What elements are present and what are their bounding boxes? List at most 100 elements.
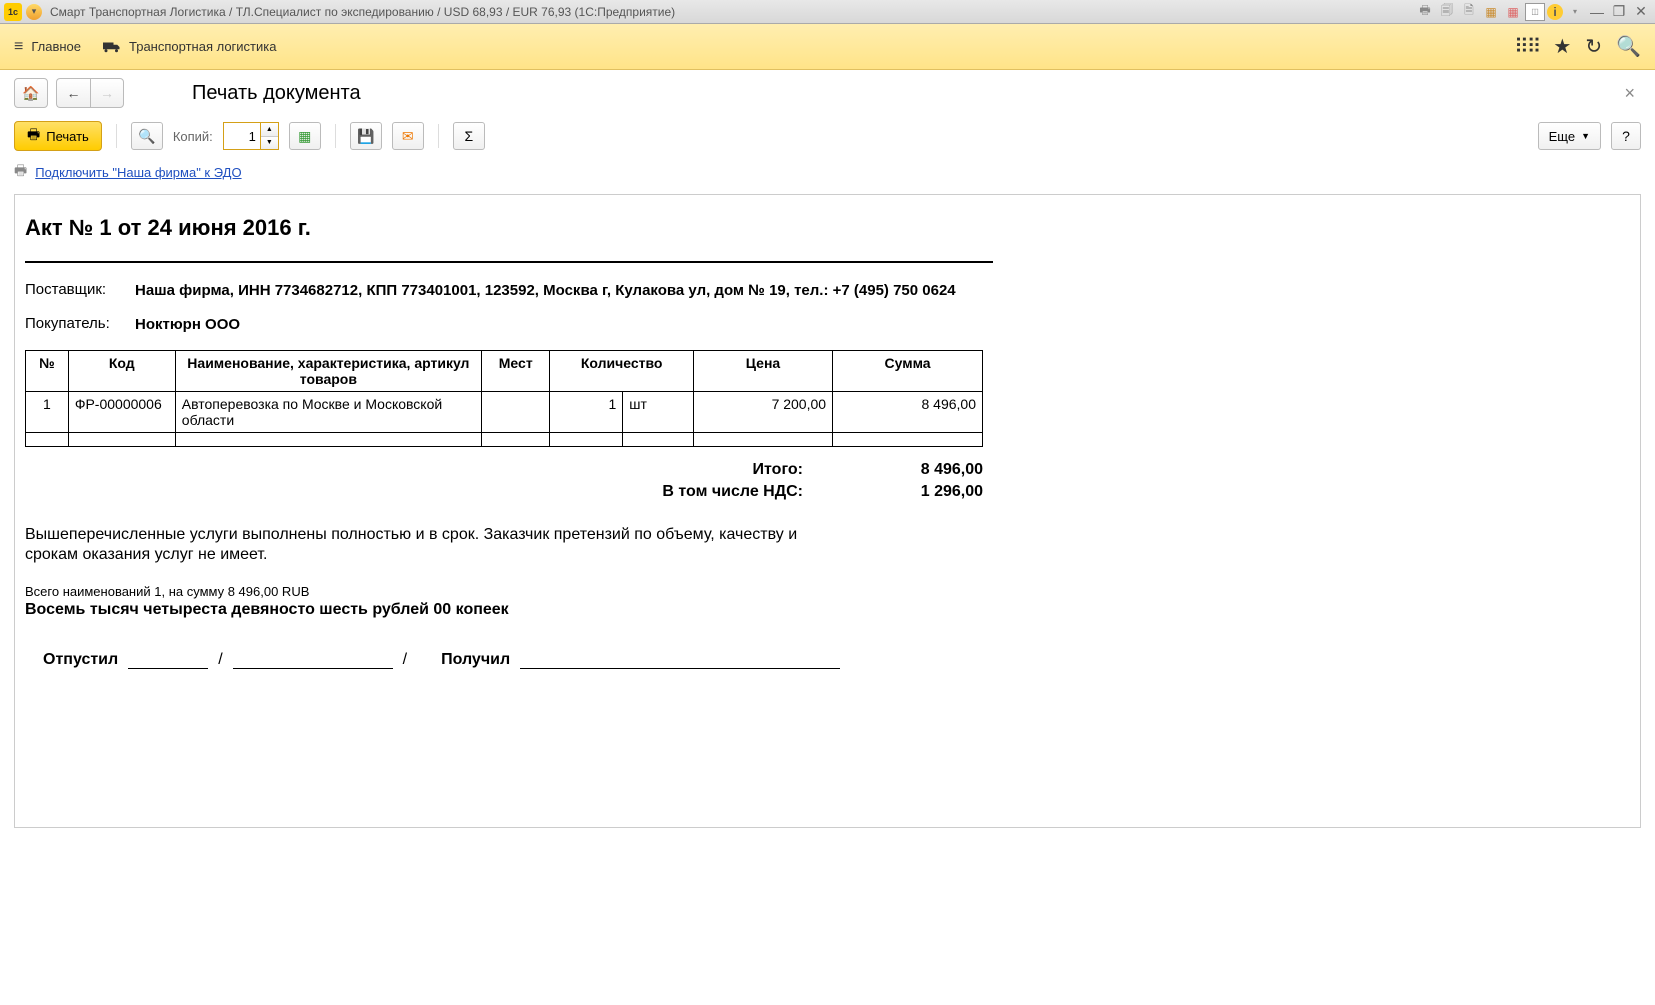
vat-label: В том числе НДС:	[662, 483, 803, 501]
signatures-row: Отпустил / / Получил	[25, 649, 993, 669]
released-blank-1	[128, 649, 208, 669]
minimize-icon[interactable]: —	[1587, 3, 1607, 21]
total-label: Итого:	[753, 461, 803, 479]
window-title: Смарт Транспортная Логистика / ТЛ.Специа…	[50, 5, 1415, 19]
buyer-value: Ноктюрн ООО	[135, 315, 993, 335]
calc-icon[interactable]: ▦	[1481, 3, 1501, 21]
copies-down-icon[interactable]: ▼	[261, 137, 278, 150]
th-price: Цена	[693, 350, 832, 391]
document-preview-area: Акт № 1 от 24 июня 2016 г. Поставщик: На…	[14, 194, 1641, 828]
separator	[335, 124, 336, 148]
disclaimer-text: Вышеперечисленные услуги выполнены полно…	[25, 525, 825, 567]
separator	[116, 124, 117, 148]
sign-slash-2: /	[403, 651, 407, 669]
buyer-label: Покупатель:	[25, 315, 135, 335]
cell-name: Автоперевозка по Москве и Московской обл…	[175, 391, 481, 432]
main-navbar: ≡ Главное Транспортная логистика ⠿⠿ ★ ↻ …	[0, 24, 1655, 70]
page-title: Печать документа	[192, 82, 1610, 105]
cell-mest	[481, 391, 550, 432]
more-button[interactable]: Еще ▼	[1538, 122, 1601, 150]
document-scroll[interactable]: Акт № 1 от 24 июня 2016 г. Поставщик: На…	[15, 195, 1640, 827]
table-header-row: № Код Наименование, характеристика, арти…	[26, 350, 983, 391]
table-row: 1 ФР-00000006 Автоперевозка по Москве и …	[26, 391, 983, 432]
menu-icon: ≡	[14, 38, 23, 56]
nav-logistics-label: Транспортная логистика	[129, 39, 276, 54]
window-titlebar: 1c ▾ Смарт Транспортная Логистика / ТЛ.С…	[0, 0, 1655, 24]
totals-block: Итого: 8 496,00 В том числе НДС: 1 296,0…	[25, 461, 983, 501]
separator	[438, 124, 439, 148]
app-logo-icon: 1c	[4, 3, 22, 21]
th-sum: Сумма	[833, 350, 983, 391]
total-value: 8 496,00	[863, 461, 983, 479]
cell-qty: 1	[550, 391, 623, 432]
summary-in-words: Восемь тысяч четыреста девяносто шесть р…	[25, 601, 993, 619]
edo-icon: 🖶	[14, 160, 27, 184]
quick-print-button[interactable]: ▦	[289, 122, 321, 150]
th-code: Код	[68, 350, 175, 391]
page-header: 🏠 ← → Печать документа ×	[0, 70, 1655, 116]
cell-unit: шт	[623, 391, 694, 432]
summary-small: Всего наименований 1, на сумму 8 496,00 …	[25, 584, 993, 599]
th-num: №	[26, 350, 69, 391]
cell-price: 7 200,00	[693, 391, 832, 432]
app-dropdown-icon[interactable]: ▾	[26, 4, 42, 20]
copies-input[interactable]	[224, 123, 260, 149]
truck-icon	[103, 40, 121, 54]
items-table: № Код Наименование, характеристика, арти…	[25, 350, 983, 447]
help-button[interactable]: ?	[1611, 122, 1641, 150]
copies-up-icon[interactable]: ▲	[261, 123, 278, 137]
copies-label: Копий:	[173, 129, 213, 144]
document-title: Акт № 1 от 24 июня 2016 г.	[25, 215, 993, 241]
cell-num: 1	[26, 391, 69, 432]
info-dropdown-icon[interactable]: ▾	[1565, 3, 1585, 21]
table-row-empty	[26, 432, 983, 446]
nav-main[interactable]: ≡ Главное	[14, 38, 81, 56]
print-toolbar: 🖶 Печать 🔍 Копий: ▲ ▼ ▦ 💾 ✉ Σ Еще ▼ ?	[0, 116, 1655, 156]
close-page-icon[interactable]: ×	[1618, 83, 1641, 104]
history-icon[interactable]: ↻	[1585, 34, 1602, 59]
supplier-label: Поставщик:	[25, 281, 135, 301]
maximize-icon[interactable]: ❐	[1609, 3, 1629, 21]
released-label: Отпустил	[25, 651, 118, 669]
back-button[interactable]: ←	[56, 78, 90, 108]
close-window-icon[interactable]: ✕	[1631, 3, 1651, 21]
sum-button[interactable]: Σ	[453, 122, 485, 150]
cell-code: ФР-00000006	[68, 391, 175, 432]
received-label: Получил	[441, 651, 510, 669]
home-button[interactable]: 🏠	[14, 78, 48, 108]
info-icon[interactable]: i	[1547, 4, 1563, 20]
print-button-label: Печать	[46, 129, 89, 144]
cell-sum: 8 496,00	[833, 391, 983, 432]
copy-small-icon[interactable]: 🗎	[1459, 3, 1479, 21]
titlebar-icons: 🖶 🗐 🗎 ▦ ▦ ◫ i ▾ — ❐ ✕	[1415, 3, 1651, 21]
received-blank	[520, 649, 840, 669]
title-separator	[25, 261, 993, 263]
chevron-down-icon: ▼	[1581, 131, 1590, 141]
calendar-icon[interactable]: ▦	[1503, 3, 1523, 21]
edo-link-row: 🖶 Подключить "Наша фирма" к ЭДО	[0, 156, 1655, 194]
forward-button[interactable]: →	[90, 78, 124, 108]
copies-spinner[interactable]: ▲ ▼	[223, 122, 279, 150]
save-button[interactable]: 💾	[350, 122, 382, 150]
released-blank-2	[233, 649, 393, 669]
layout-icon[interactable]: ◫	[1525, 3, 1545, 21]
more-button-label: Еще	[1549, 129, 1575, 144]
nav-main-label: Главное	[31, 39, 81, 54]
th-mest: Мест	[481, 350, 550, 391]
supplier-value: Наша фирма, ИНН 7734682712, КПП 77340100…	[135, 281, 993, 301]
sign-slash-1: /	[218, 651, 222, 669]
preview-button[interactable]: 🔍	[131, 122, 163, 150]
th-name: Наименование, характеристика, артикул то…	[175, 350, 481, 391]
favorites-star-icon[interactable]: ★	[1553, 34, 1571, 59]
vat-value: 1 296,00	[863, 483, 983, 501]
email-button[interactable]: ✉	[392, 122, 424, 150]
apps-grid-icon[interactable]: ⠿⠿	[1514, 34, 1539, 59]
edo-link[interactable]: Подключить "Наша фирма" к ЭДО	[35, 165, 241, 180]
print-small-icon[interactable]: 🖶	[1415, 3, 1435, 21]
print-button[interactable]: 🖶 Печать	[14, 121, 102, 151]
nav-logistics[interactable]: Транспортная логистика	[103, 39, 276, 54]
search-icon[interactable]: 🔍	[1616, 34, 1641, 59]
th-qty: Количество	[550, 350, 693, 391]
doc-small-icon[interactable]: 🗐	[1437, 3, 1457, 21]
printer-icon: 🖶	[27, 124, 40, 148]
